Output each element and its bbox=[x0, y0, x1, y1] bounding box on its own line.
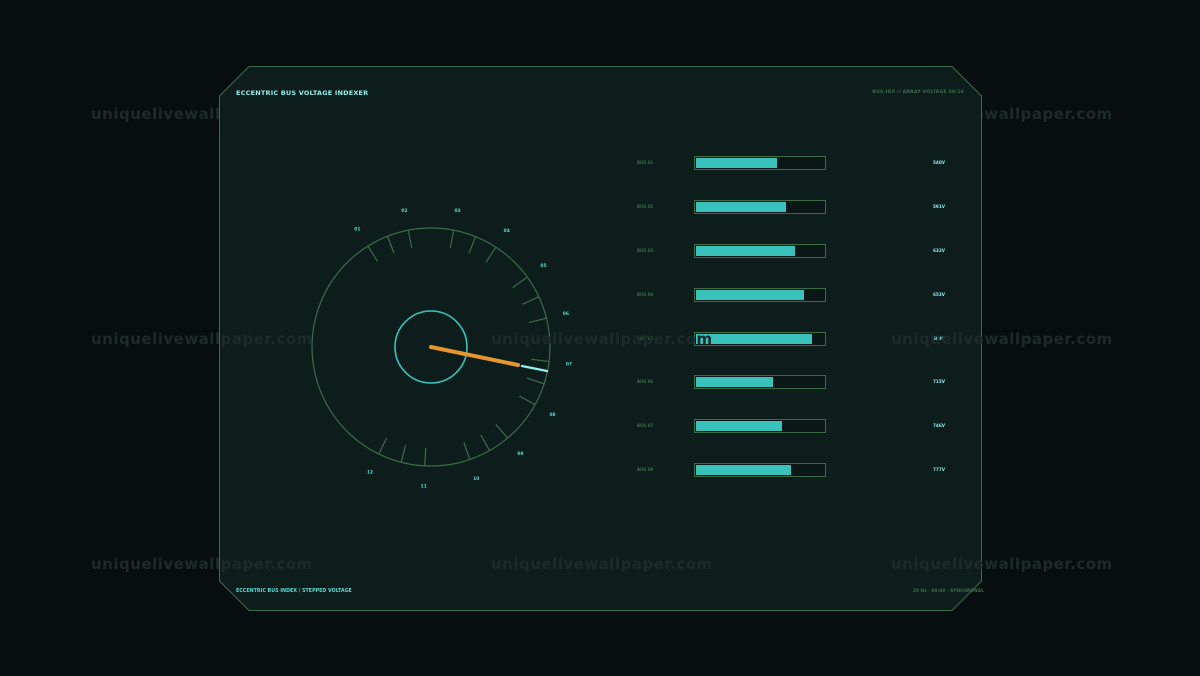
dial-tick bbox=[522, 296, 540, 305]
bus-row: BUS 08 777V bbox=[637, 463, 957, 477]
dial-tick-label: 10 bbox=[473, 476, 479, 482]
bus-label: BUS 01 bbox=[637, 160, 654, 165]
dial-tick bbox=[407, 230, 413, 248]
dial-tick bbox=[400, 444, 407, 463]
dial-tick bbox=[495, 423, 508, 439]
dial-tick-label: 07 bbox=[566, 361, 572, 367]
bus-row: BUS 01 540V bbox=[637, 156, 957, 170]
dial-tick-label: 02 bbox=[401, 208, 407, 214]
voltage-bar bbox=[694, 463, 826, 477]
dial-tick-label: 05 bbox=[540, 263, 546, 269]
bus-voltage-value: 715V bbox=[933, 379, 945, 384]
voltage-bar bbox=[694, 156, 826, 170]
voltage-bar-fill bbox=[696, 202, 786, 212]
dial-needle-tip bbox=[520, 364, 549, 373]
voltage-bar bbox=[694, 375, 826, 389]
dial-tick-label: 12 bbox=[367, 469, 373, 475]
bus-row: BUS 02 591V bbox=[637, 200, 957, 214]
dial-tick bbox=[526, 377, 545, 385]
dial-tick bbox=[468, 236, 477, 254]
footer-caption: ECCENTRIC BUS INDEX / STEPPED VOLTAGE bbox=[236, 589, 352, 594]
dial-tick-label: 08 bbox=[550, 412, 556, 418]
watermark: uniquelivewallpaper.com bbox=[891, 555, 1113, 573]
voltage-bar bbox=[694, 332, 826, 346]
voltage-bar bbox=[694, 288, 826, 302]
bus-label: BUS 08 bbox=[637, 467, 654, 472]
dial-tick bbox=[378, 437, 388, 455]
voltage-bar-fill bbox=[696, 246, 795, 256]
dial-tick bbox=[512, 276, 528, 289]
bus-label: BUS 04 bbox=[637, 292, 654, 297]
voltage-bar-fill bbox=[696, 377, 773, 387]
bus-voltage-value: 591V bbox=[933, 204, 945, 209]
dial-tick bbox=[449, 230, 455, 248]
bus-label: BUS 07 bbox=[637, 423, 654, 428]
voltage-bar bbox=[694, 200, 826, 214]
dial-tick-label: 04 bbox=[504, 228, 510, 234]
footer-status: 20 Hz · 08:08 · SYNCHRONAL bbox=[912, 589, 984, 594]
dial-tick-label: 01 bbox=[354, 227, 360, 233]
bus-label: BUS 02 bbox=[637, 204, 654, 209]
watermark: uniquelivewallpaper.com bbox=[91, 555, 313, 573]
bus-row: BUS 06 715V bbox=[637, 375, 957, 389]
dial-tick bbox=[386, 236, 395, 254]
bus-voltage-value: 653V bbox=[933, 292, 945, 297]
voltage-bar-fill bbox=[696, 421, 782, 431]
watermark: uniquelivewallpaper.com bbox=[91, 330, 313, 348]
voltage-bar bbox=[694, 244, 826, 258]
watermark: uniquelivewallpaper.com bbox=[491, 330, 713, 348]
bus-voltage-value: 746V bbox=[933, 423, 945, 428]
dial-tick bbox=[480, 434, 491, 451]
voltage-bar bbox=[694, 419, 826, 433]
bus-voltage-value: 632V bbox=[933, 248, 945, 253]
bus-row: BUS 04 653V bbox=[637, 288, 957, 302]
dial-tick-label: 11 bbox=[421, 483, 427, 489]
dial-tick bbox=[367, 245, 378, 262]
dial-tick bbox=[485, 246, 497, 263]
dial-tick bbox=[531, 358, 550, 363]
dial-tick bbox=[463, 442, 471, 460]
watermark: uniquelivewallpaper.com bbox=[891, 330, 1113, 348]
voltage-bar-fill bbox=[696, 290, 804, 300]
voltage-bar-fill bbox=[696, 158, 777, 168]
page-title: ECCENTRIC BUS VOLTAGE INDEXER bbox=[236, 89, 369, 97]
status-readout: BUS-IDX // ARRAY VOLTAGE 08/16 bbox=[872, 90, 964, 95]
voltage-bar-fill bbox=[696, 334, 812, 344]
bus-row: BUS 03 632V bbox=[637, 244, 957, 258]
bus-row: BUS 07 746V bbox=[637, 419, 957, 433]
bus-voltage-value: 777V bbox=[933, 467, 945, 472]
dial-tick-label: 03 bbox=[454, 208, 460, 214]
dial-tick-label: 09 bbox=[517, 451, 523, 457]
watermark: uniquelivewallpaper.com bbox=[491, 555, 713, 573]
dial-tick bbox=[528, 317, 547, 324]
dial-tick-label: 06 bbox=[563, 311, 569, 317]
voltage-bar-fill bbox=[696, 465, 791, 475]
dial-needle bbox=[429, 345, 520, 367]
bus-label: BUS 03 bbox=[637, 248, 654, 253]
bus-label: BUS 06 bbox=[637, 379, 654, 384]
bus-voltage-value: 540V bbox=[933, 160, 945, 165]
dial-tick bbox=[519, 395, 536, 406]
dial-tick bbox=[424, 447, 427, 466]
